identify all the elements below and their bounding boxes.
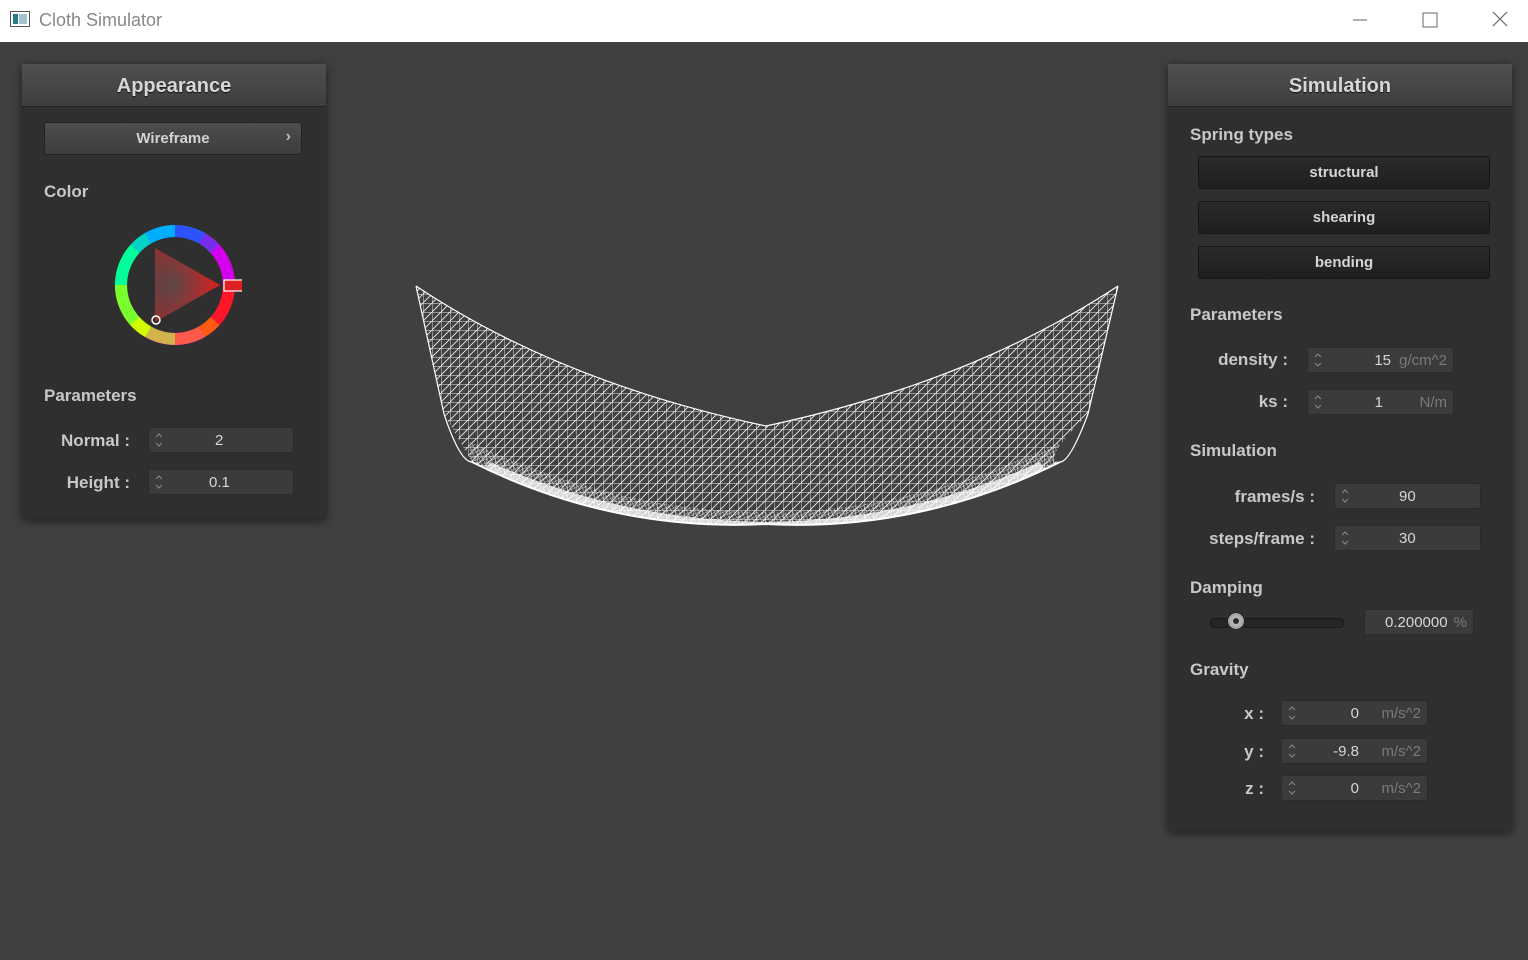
spinner-icon[interactable] [1341, 487, 1349, 505]
damping-value: 0.200000 [1385, 614, 1448, 631]
appearance-params-label: Parameters [44, 386, 137, 405]
height-value: 0.1 [209, 474, 230, 491]
close-button[interactable] [1488, 9, 1512, 31]
gravity-z-value: 0 [1350, 780, 1359, 797]
spring-shearing-toggle[interactable]: shearing [1198, 201, 1490, 234]
ks-input[interactable]: 1 N/m [1307, 389, 1454, 415]
sim-params-label: Parameters [1190, 305, 1283, 324]
spinner-icon[interactable] [1314, 393, 1322, 411]
height-input[interactable]: 0.1 [148, 469, 294, 495]
damping-label: Damping [1190, 578, 1263, 597]
gravity-z-input[interactable]: 0 m/s^2 [1281, 775, 1428, 801]
minimize-button[interactable] [1348, 9, 1372, 31]
normal-input[interactable]: 2 [148, 427, 294, 453]
spring-types-label: Spring types [1190, 125, 1293, 144]
gravity-y-value: -9.8 [1333, 743, 1359, 760]
simulation-panel: Simulation Spring types structural shear… [1168, 64, 1512, 831]
damping-slider-handle[interactable] [1226, 612, 1245, 630]
gravity-x-value: 0 [1350, 705, 1359, 722]
gravity-z-label: z : [1245, 779, 1264, 798]
density-label: density : [1218, 350, 1288, 369]
spinner-icon[interactable] [1288, 779, 1296, 797]
spinner-icon[interactable] [1341, 529, 1349, 547]
sim-section-label: Simulation [1190, 441, 1277, 460]
hue-marker [223, 279, 242, 292]
shader-dropdown-button[interactable]: Wireframe › [44, 122, 302, 155]
gravity-label: Gravity [1190, 660, 1249, 679]
appearance-panel-title: Appearance [22, 64, 326, 107]
gravity-y-unit: m/s^2 [1381, 743, 1421, 760]
window-title: Cloth Simulator [39, 10, 163, 30]
density-value: 15 [1374, 352, 1391, 369]
density-unit: g/cm^2 [1399, 352, 1447, 369]
appearance-panel: Appearance Wireframe › Color Parameters … [22, 64, 326, 519]
damping-input[interactable]: 0.200000 % [1364, 609, 1474, 635]
ks-unit: N/m [1419, 394, 1448, 411]
fps-value: 90 [1399, 488, 1416, 505]
spinner-icon[interactable] [155, 473, 163, 491]
gravity-y-label: y : [1244, 742, 1264, 761]
gravity-y-input[interactable]: -9.8 m/s^2 [1281, 738, 1428, 764]
damping-unit: % [1453, 614, 1467, 631]
ks-value: 1 [1374, 394, 1383, 411]
normal-label: Normal : [61, 431, 130, 450]
density-input[interactable]: 15 g/cm^2 [1307, 347, 1454, 373]
fps-label: frames/s : [1234, 487, 1315, 506]
fps-input[interactable]: 90 [1334, 483, 1481, 509]
spinner-icon[interactable] [1288, 704, 1296, 722]
gravity-z-unit: m/s^2 [1381, 780, 1421, 797]
spring-structural-toggle[interactable]: structural [1198, 156, 1490, 189]
maximize-button[interactable] [1418, 9, 1442, 31]
spinner-icon[interactable] [155, 431, 163, 449]
steps-value: 30 [1399, 530, 1416, 547]
gravity-x-label: x : [1244, 704, 1264, 723]
chevron-right-icon: › [285, 128, 291, 145]
shader-label: Wireframe [136, 130, 210, 147]
color-section-label: Color [44, 182, 89, 201]
normal-value: 2 [215, 432, 224, 449]
gravity-x-input[interactable]: 0 m/s^2 [1281, 700, 1428, 726]
steps-input[interactable]: 30 [1334, 525, 1481, 551]
spinner-icon[interactable] [1288, 742, 1296, 760]
simulation-panel-title: Simulation [1168, 64, 1512, 107]
color-wheel[interactable] [108, 218, 242, 352]
ks-label: ks : [1258, 392, 1288, 411]
spring-bending-toggle[interactable]: bending [1198, 246, 1490, 279]
gravity-x-unit: m/s^2 [1381, 705, 1421, 722]
title-bar: Cloth Simulator [0, 0, 1528, 42]
spinner-icon[interactable] [1314, 351, 1322, 369]
steps-label: steps/frame : [1209, 529, 1315, 548]
height-label: Height : [66, 473, 130, 492]
app-icon [10, 11, 30, 27]
